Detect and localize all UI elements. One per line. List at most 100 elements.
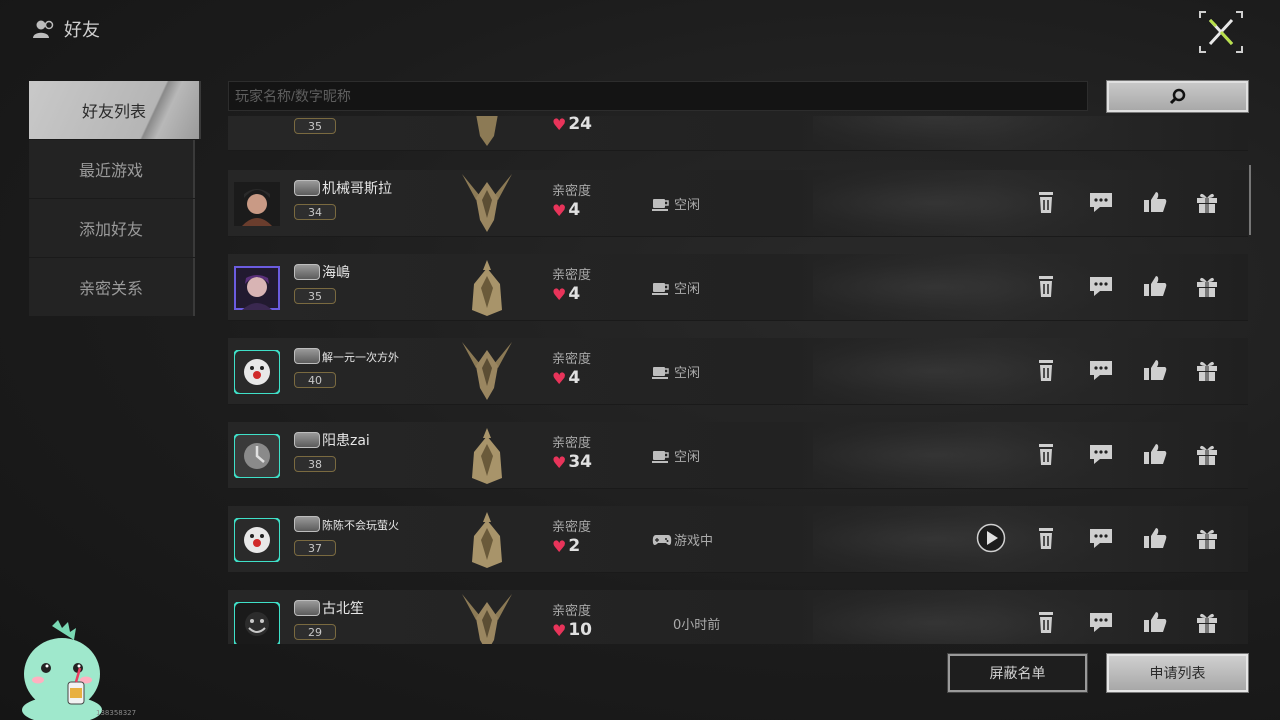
status-text: 空闲 [674,198,701,213]
page-header: 好友 [32,14,100,44]
gift-icon[interactable] [1194,441,1220,467]
search-button[interactable] [1106,80,1249,113]
intimacy-label: 亲密度 [552,436,592,451]
friend-row[interactable]: 阳患zai 38 亲密度 ♥ 34 空闲 [228,422,1248,489]
friend-name: 陈陈不会玩萤火 [322,519,399,532]
nav-label: 添加好友 [78,220,143,239]
delete-icon[interactable] [1033,357,1059,383]
intimacy-number: 10 [568,620,593,640]
friend-row[interactable]: 机械哥斯拉 34 亲密度 ♥ 4 空闲 [228,170,1248,237]
avatar[interactable] [234,182,280,226]
intimacy-number: 4 [568,284,581,304]
intimacy-label: 亲密度 [552,520,592,535]
friend-row[interactable]: 海嶋 35 亲密度 ♥ 4 空闲 [228,254,1248,321]
row-background-art [813,590,1113,644]
status-text: 游戏中 [674,534,714,549]
delete-icon[interactable] [1033,273,1059,299]
friend-row[interactable]: 古北笙 29 亲密度 ♥ 10 0小时前 [228,590,1248,644]
rank-emblem-icon [472,428,502,484]
thumbs-up-icon[interactable] [1142,357,1168,383]
block-list-button[interactable]: 屏蔽名单 [947,653,1088,693]
level-badge: 38 [294,456,336,472]
friend-name: 解一元一次方外 [322,351,399,364]
friend-name: 海嶋 [322,265,350,281]
thumbs-up-icon[interactable] [1142,441,1168,467]
gift-icon[interactable] [1194,525,1220,551]
friends-icon [33,20,54,38]
intimacy-number: 2 [568,536,581,556]
play-icon[interactable] [976,523,1006,553]
avatar[interactable] [234,350,280,394]
thumbs-up-icon[interactable] [1142,609,1168,635]
friend-row[interactable]: 陈陈不会玩萤火 37 亲密度 ♥ 2 游戏中 [228,506,1248,573]
status: 游戏中 [652,530,713,549]
chat-icon[interactable] [1088,273,1114,299]
avatar[interactable] [234,434,280,478]
heart-icon: ♥ [552,620,567,640]
close-icon[interactable] [1198,10,1244,54]
status: 空闲 [652,446,700,465]
gift-icon[interactable] [1194,273,1220,299]
nav-intimacy[interactable]: 亲密关系 [29,258,195,316]
thumbs-up-icon[interactable] [1142,189,1168,215]
gift-icon[interactable] [1194,189,1220,215]
heart-icon: ♥ [552,116,567,134]
chat-icon[interactable] [1088,441,1114,467]
intimacy-value: ♥ 4 [552,200,580,220]
row-background-art [813,170,1113,236]
gift-icon[interactable] [1194,609,1220,635]
delete-icon[interactable] [1033,441,1059,467]
level-badge: 35 [294,118,336,134]
cup-icon [652,282,669,295]
gift-icon[interactable] [1194,357,1220,383]
rank-emblem-icon [472,512,502,568]
avatar[interactable] [234,602,280,644]
status: 空闲 [652,194,700,213]
rank-emblem-icon [462,174,512,232]
apply-list-button[interactable]: 申请列表 [1106,653,1249,693]
cup-icon [652,198,669,211]
row-background-art [813,422,1113,488]
search-icon [1169,88,1185,104]
status-text: 空闲 [674,450,701,465]
rank-badge-icon [294,432,320,448]
chat-icon[interactable] [1088,357,1114,383]
thumbs-up-icon[interactable] [1142,273,1168,299]
avatar[interactable] [234,518,280,562]
button-label: 屏蔽名单 [989,666,1046,682]
mascot-dinosaur-icon [22,620,102,720]
intimacy-value: ♥ 24 [552,116,592,134]
list-scrollbar[interactable] [1249,165,1251,235]
rank-badge-icon [294,180,320,196]
intimacy-number: 4 [568,200,581,220]
nav-add-friend[interactable]: 添加好友 [29,199,195,257]
nav-friend-list[interactable]: 好友列表 [29,81,201,139]
heart-icon: ♥ [552,368,567,388]
mascot-id-text: 138358327 [96,709,137,717]
friend-row[interactable]: 35 ♥ 24 [228,116,1248,151]
delete-icon[interactable] [1033,609,1059,635]
status-text: 0小时前 [673,618,721,633]
intimacy-value: ♥ 4 [552,368,580,388]
row-background-art [813,506,1113,572]
status: 空闲 [652,278,700,297]
delete-icon[interactable] [1033,189,1059,215]
friend-row[interactable]: 解一元一次方外 40 亲密度 ♥ 4 空闲 [228,338,1248,405]
intimacy-value: ♥ 10 [552,620,592,640]
heart-icon: ♥ [552,536,567,556]
level-badge: 35 [294,288,336,304]
row-background-art [813,254,1113,320]
chat-icon[interactable] [1088,189,1114,215]
friend-list[interactable]: 35 ♥ 24 机械哥斯拉 34 亲密度 ♥ 4 空闲 海嶋 35 亲密度 ♥ … [228,116,1248,644]
thumbs-up-icon[interactable] [1142,525,1168,551]
nav-recent-games[interactable]: 最近游戏 [29,140,195,198]
chat-icon[interactable] [1088,525,1114,551]
row-background-art [813,338,1113,404]
nav-label: 好友列表 [81,102,146,121]
cup-icon [652,366,669,379]
search-input[interactable] [228,81,1088,111]
avatar[interactable] [234,266,280,310]
intimacy-value: ♥ 34 [552,452,592,472]
chat-icon[interactable] [1088,609,1114,635]
delete-icon[interactable] [1033,525,1059,551]
